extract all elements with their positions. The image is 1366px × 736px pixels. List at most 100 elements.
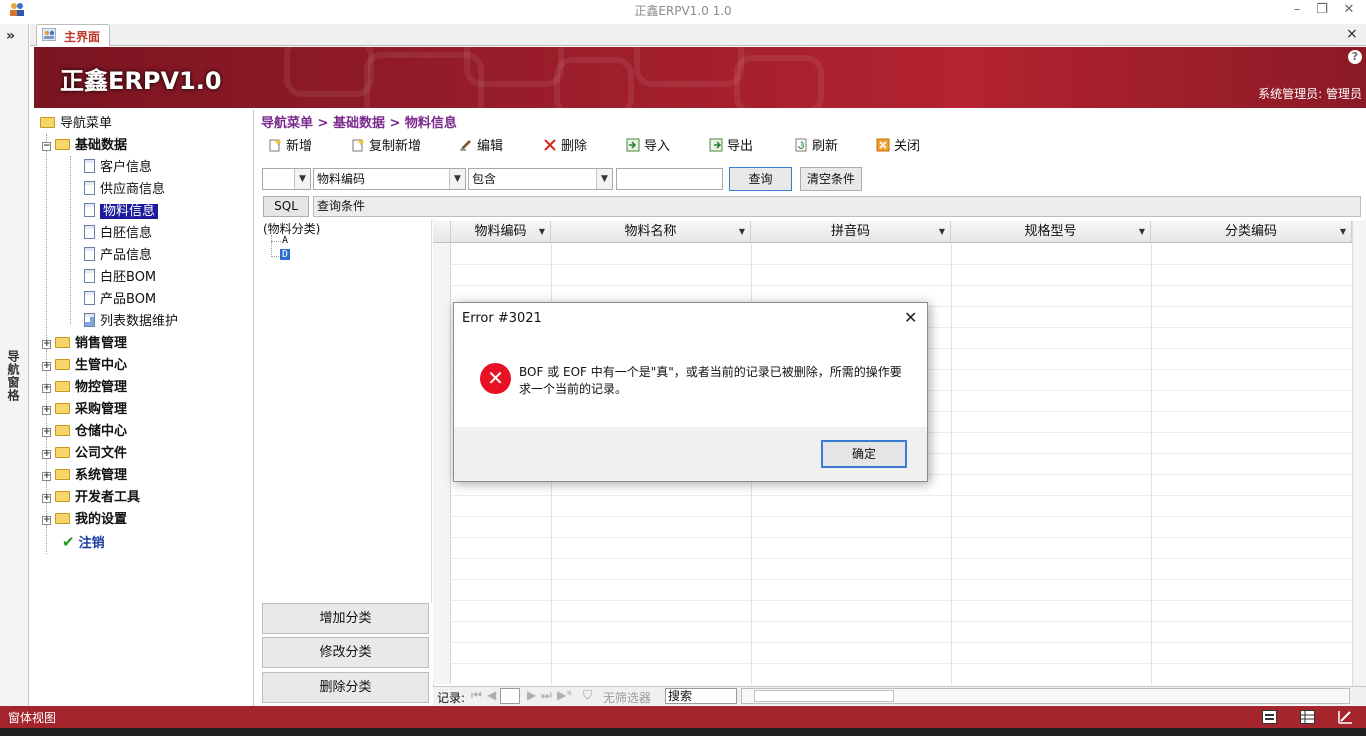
chevron-down-icon[interactable]: ▼ [539,221,545,243]
form-users-icon [42,28,56,41]
select-all-cell[interactable] [433,221,451,243]
tab-main[interactable]: 主界面 [36,24,110,46]
field-combo[interactable]: 物料编码 ▼ [313,168,466,190]
column-header-pinyin[interactable]: 拼音码 ▼ [751,221,951,243]
window-close-button[interactable]: ✕ [1332,0,1366,20]
record-navigator: 记录: ⏮ ◀ ▶ ⏭ ▶* ⛉ 无筛选器 搜索 [433,686,1366,705]
folder-icon [55,513,70,524]
nav-item-basic-data[interactable]: − 基础数据 [42,136,127,156]
close-button[interactable]: 关闭 [876,137,920,157]
nav-item-blanks[interactable]: 白胚信息 [84,224,152,244]
dialog-close-icon[interactable]: ✕ [904,308,917,327]
chevron-down-icon[interactable]: ▼ [294,169,310,189]
nav-item-company-files[interactable]: + 公司文件 [42,444,127,464]
first-record-icon[interactable]: ⏮ [471,688,482,703]
last-record-icon[interactable]: ⏭ [541,688,552,703]
new-button[interactable]: 新增 [268,137,312,157]
collapse-icon[interactable]: − [42,142,51,151]
delete-category-button[interactable]: 删除分类 [262,672,429,703]
expand-icon[interactable]: + [42,362,51,371]
search-input[interactable]: 搜索 [665,688,737,704]
column-header-spec[interactable]: 规格型号 ▼ [951,221,1151,243]
new-record-icon[interactable]: ▶* [557,688,572,702]
operator-combo[interactable]: 包含 ▼ [468,168,613,190]
navigation-pane-toggle[interactable]: » [6,28,15,44]
add-category-button[interactable]: 增加分类 [262,603,429,634]
chevron-down-icon[interactable]: ▼ [739,221,745,243]
expand-icon[interactable]: + [42,472,51,481]
nav-item-products[interactable]: 产品信息 [84,246,152,266]
no-filter-indicator[interactable]: 无筛选器 [603,689,651,706]
sql-button[interactable]: SQL [263,196,309,217]
copy-document-icon [352,138,365,152]
search-value-input[interactable] [616,168,723,190]
row-selector-column[interactable] [433,243,451,684]
expand-icon[interactable]: + [42,384,51,393]
tab-close-icon[interactable]: × [1346,26,1358,42]
nav-item-label: 基础数据 [75,138,128,153]
refresh-button[interactable]: 刷新 [794,137,838,157]
scrollbar-thumb[interactable] [754,690,894,702]
chevron-down-icon[interactable]: ▼ [449,169,465,189]
document-tab-strip [30,24,1366,46]
clear-conditions-button[interactable]: 清空条件 [800,167,862,191]
nav-item-customers[interactable]: 客户信息 [84,158,152,178]
datasheet-view-icon[interactable] [1300,710,1315,724]
delete-button[interactable]: 删除 [543,137,587,157]
expand-icon[interactable]: + [42,406,51,415]
nav-item-logout[interactable]: ✔ 注销 [62,532,105,552]
record-number-input[interactable] [500,688,520,704]
chevron-down-icon[interactable]: ▼ [939,221,945,243]
import-button[interactable]: 导入 [626,137,670,157]
export-label: 导出 [727,139,754,154]
edit-button[interactable]: 编辑 [459,137,503,157]
expand-icon[interactable]: + [42,340,51,349]
horizontal-scrollbar[interactable] [741,688,1350,704]
nav-item-production[interactable]: + 生管中心 [42,356,127,376]
help-icon[interactable]: ? [1348,50,1362,64]
nav-item-purchasing[interactable]: + 采购管理 [42,400,127,420]
copy-new-button[interactable]: 复制新增 [351,137,421,157]
nav-item-suppliers[interactable]: 供应商信息 [84,180,165,200]
column-header-category-code[interactable]: 分类编码 ▼ [1151,221,1352,243]
nav-root[interactable]: 导航菜单 [40,114,112,134]
folder-open-icon [55,139,70,150]
document-icon [84,203,95,217]
vertical-scrollbar[interactable] [1352,221,1366,686]
next-record-icon[interactable]: ▶ [527,688,536,702]
design-view-icon[interactable] [1338,710,1353,724]
column-header-material-name[interactable]: 物料名称 ▼ [551,221,751,243]
column-header-material-code[interactable]: 物料编码 ▼ [451,221,551,243]
query-condition-field[interactable]: 查询条件 [313,196,1361,217]
logic-combo[interactable]: ▼ [262,168,311,190]
nav-item-system[interactable]: + 系统管理 [42,466,127,486]
nav-item-warehouse[interactable]: + 仓储中心 [42,422,127,442]
form-view-icon[interactable] [1262,710,1277,724]
expand-icon[interactable]: + [42,428,51,437]
nav-item-list-maintenance[interactable]: 列表数据维护 [84,312,178,332]
export-icon [709,138,723,152]
nav-item-blank-bom[interactable]: 白胚BOM [84,268,156,288]
export-button[interactable]: 导出 [709,137,753,157]
chevron-down-icon[interactable]: ▼ [596,169,612,189]
ok-button[interactable]: 确定 [821,440,907,468]
edit-category-button[interactable]: 修改分类 [262,637,429,668]
category-node-d[interactable]: D [280,249,291,260]
column-label: 物料编码 [474,224,527,239]
expand-icon[interactable]: + [42,516,51,525]
category-node-a[interactable]: A [282,235,288,246]
previous-record-icon[interactable]: ◀ [487,688,496,702]
nav-item-materials[interactable]: 物料信息 [84,202,159,222]
expand-icon[interactable]: + [42,494,51,503]
banner-decoration [634,47,744,87]
nav-item-sales[interactable]: + 销售管理 [42,334,127,354]
nav-item-developer-tools[interactable]: + 开发者工具 [42,488,140,508]
chevron-down-icon[interactable]: ▼ [1139,221,1145,243]
nav-item-material-control[interactable]: + 物控管理 [42,378,127,398]
query-button[interactable]: 查询 [729,167,792,191]
nav-item-product-bom[interactable]: 产品BOM [84,290,156,310]
nav-item-my-settings[interactable]: + 我的设置 [42,510,127,530]
chevron-down-icon[interactable]: ▼ [1340,221,1346,243]
expand-icon[interactable]: + [42,450,51,459]
navigation-pane-label[interactable]: 导航窗格 [5,350,22,402]
